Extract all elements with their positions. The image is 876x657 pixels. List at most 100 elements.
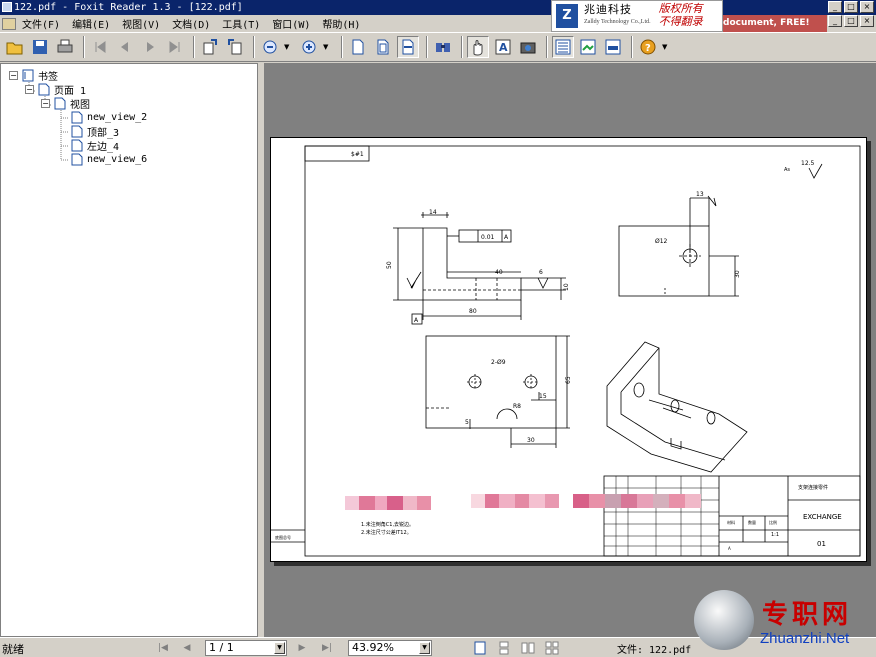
collapse-icon[interactable]: − <box>41 98 50 108</box>
drawing-corner-tag: $#1 <box>351 151 364 158</box>
help-icon[interactable]: ? <box>637 36 659 58</box>
fit-page-icon[interactable] <box>372 36 394 58</box>
title-block-material: 材料 <box>727 519 735 525</box>
title-block-ratio: 比例 <box>769 519 777 525</box>
menu-window[interactable]: 窗口(W) <box>266 16 316 31</box>
continuous-facing-icon[interactable] <box>545 641 559 655</box>
dim-r8: R8 <box>513 403 521 410</box>
menu-view[interactable]: 视图(V) <box>116 16 166 31</box>
dim-40: 40 <box>495 269 503 276</box>
collapse-icon[interactable]: − <box>25 84 34 94</box>
next-page-button[interactable]: ▶ <box>295 642 309 654</box>
page-dropdown-icon[interactable]: ▼ <box>274 642 285 654</box>
bookmark-child-label: 左边_4 <box>87 141 120 153</box>
title-block-code: EXCHANGE <box>803 513 842 521</box>
dim-5: 5 <box>465 419 469 426</box>
zoom-in-dropdown-icon[interactable]: ▼ <box>323 43 331 51</box>
bookmark-view-label: 视图 <box>70 99 90 111</box>
rotate-right-icon[interactable] <box>224 36 246 58</box>
bookmark-child-label: new_view_2 <box>87 111 148 123</box>
page-number-field[interactable]: 1 / 1 ▼ <box>205 640 287 656</box>
site-watermark: 专职网 Zhuanzhi.Net <box>694 590 876 657</box>
zoom-out-icon[interactable] <box>259 36 281 58</box>
doc-restore-button[interactable]: □ <box>844 15 858 27</box>
dim-50: 50 <box>386 261 393 269</box>
tree-row-child[interactable]: 顶部_3 <box>71 124 119 139</box>
ad-tail[interactable]: document, FREE! <box>723 15 827 32</box>
snapshot-icon[interactable] <box>517 36 539 58</box>
help-dropdown-icon[interactable]: ▼ <box>662 43 670 51</box>
doc-minimize-button[interactable]: _ <box>828 15 842 27</box>
watermark-globe-icon <box>694 590 754 650</box>
menu-tools[interactable]: 工具(T) <box>216 16 266 31</box>
maximize-button[interactable]: □ <box>844 1 858 13</box>
prev-page-button[interactable]: ◀ <box>180 642 194 654</box>
bookmarks-panel-icon[interactable] <box>552 36 574 58</box>
zoom-out-dropdown-icon[interactable]: ▼ <box>284 43 292 51</box>
tree-row-child[interactable]: new_view_6 <box>71 152 147 166</box>
collapse-icon[interactable]: − <box>9 70 18 80</box>
last-page-button[interactable]: ▶| <box>320 642 334 654</box>
first-page-button[interactable]: |◀ <box>156 642 170 654</box>
next-page-icon[interactable] <box>139 36 161 58</box>
tree-row-child[interactable]: new_view_2 <box>71 110 147 124</box>
dim-15: 15 <box>539 393 547 400</box>
dim-30: 30 <box>734 270 741 278</box>
document-view[interactable]: $#1 12.5 As 14 50 40 6 10 80 0.01 A A Ø1… <box>264 63 876 637</box>
company-logo: Z <box>556 4 578 28</box>
title-block-a: A <box>728 546 731 551</box>
app-icon <box>2 2 12 12</box>
fit-width-icon[interactable] <box>397 36 419 58</box>
menu-edit[interactable]: 编辑(E) <box>66 16 116 31</box>
zoom-value: 43.92% <box>352 641 394 654</box>
datum-ref: A <box>504 234 509 241</box>
status-filename: 文件: 122.pdf <box>617 645 692 656</box>
minimize-button[interactable]: _ <box>828 1 842 13</box>
find-icon[interactable] <box>432 36 454 58</box>
facing-icon[interactable] <box>521 641 535 655</box>
page-icon <box>71 125 83 137</box>
page-icon <box>71 139 83 151</box>
open-icon[interactable] <box>4 36 26 58</box>
prev-page-icon[interactable] <box>114 36 136 58</box>
page-icon <box>71 111 83 123</box>
tree-row-view[interactable]: − 视图 <box>41 96 90 111</box>
tree-row-root[interactable]: − 书签 <box>9 68 58 83</box>
zoom-dropdown-icon[interactable]: ▼ <box>419 642 430 654</box>
print-icon[interactable] <box>54 36 76 58</box>
title-bar: 122.pdf - Foxit Reader 1.3 - [122.pdf] _… <box>0 0 876 15</box>
dim-10: 10 <box>563 283 570 291</box>
dim-dia12: Ø12 <box>655 238 668 245</box>
close-button[interactable]: × <box>860 1 874 13</box>
layers-icon[interactable] <box>602 36 624 58</box>
toolbar: ▼ ▼ A ? ▼ <box>0 32 876 62</box>
watermark-en: Zhuanzhi.Net <box>760 630 850 647</box>
title-block-qty: 数量 <box>748 519 756 525</box>
actual-size-icon[interactable] <box>347 36 369 58</box>
first-page-icon[interactable] <box>89 36 111 58</box>
note-1: 1.未注倒角C1,去锐边。 <box>361 521 414 528</box>
tolerance-value: 0.01 <box>481 234 495 241</box>
last-page-icon[interactable] <box>164 36 186 58</box>
save-icon[interactable] <box>29 36 51 58</box>
menu-document[interactable]: 文档(D) <box>166 16 216 31</box>
zoom-field[interactable]: 43.92% ▼ <box>348 640 432 656</box>
company-name-en: Zalldy Technology Co.,Ltd. <box>584 19 651 25</box>
watermark-cn: 专职网 <box>762 600 853 630</box>
single-page-icon[interactable] <box>473 641 487 655</box>
dim-80: 80 <box>469 308 477 315</box>
tree-row-page[interactable]: − 页面 1 <box>25 82 86 97</box>
copyright-line2: 不得翻录 <box>658 16 703 28</box>
svg-text:A: A <box>499 41 508 54</box>
tree-row-child[interactable]: 左边_4 <box>71 138 120 153</box>
hand-tool-icon[interactable] <box>467 36 489 58</box>
continuous-icon[interactable] <box>497 641 511 655</box>
thumbnails-icon[interactable] <box>577 36 599 58</box>
text-select-icon[interactable]: A <box>492 36 514 58</box>
dim-6: 6 <box>539 269 543 276</box>
menu-file[interactable]: 文件(F) <box>16 16 66 31</box>
rotate-left-icon[interactable] <box>199 36 221 58</box>
zoom-in-icon[interactable] <box>298 36 320 58</box>
doc-close-button[interactable]: × <box>860 15 874 27</box>
menu-help[interactable]: 帮助(H) <box>316 16 366 31</box>
